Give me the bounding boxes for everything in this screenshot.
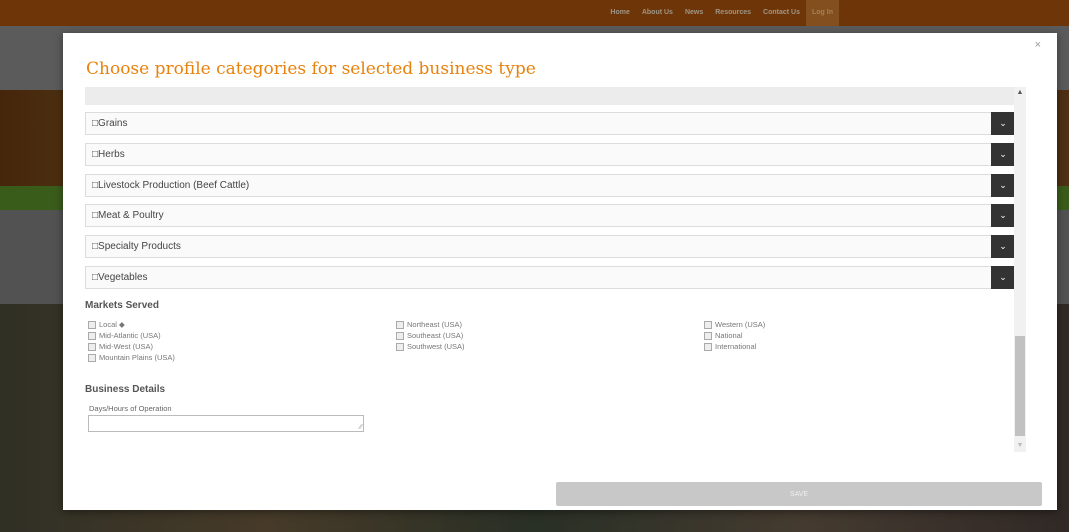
checkbox[interactable] [396, 331, 404, 340]
category-vegetables[interactable]: □Vegetables ⌄ [85, 266, 1015, 289]
checkbox[interactable] [88, 353, 96, 362]
checkbox-label: Mid-West (USA) [99, 342, 154, 351]
checkbox-label: Western (USA) [715, 320, 766, 329]
scroll-down-icon[interactable]: ▼ [1014, 440, 1026, 452]
modal-scroll-area: □Grains ⌄ □Herbs ⌄ □Livestock Production… [85, 87, 1015, 447]
hours-field-label: Days/Hours of Operation [89, 404, 172, 413]
resize-handle-icon[interactable]: ∕∕ [360, 424, 362, 431]
category-label: □Livestock Production (Beef Cattle) [92, 180, 250, 191]
market-mountain-plains-checkbox[interactable]: Mountain Plains (USA) [88, 353, 175, 362]
checkbox-label: Mountain Plains (USA) [99, 353, 175, 362]
chevron-down-icon[interactable]: ⌄ [991, 174, 1015, 197]
category-specialty-products[interactable]: □Specialty Products ⌄ [85, 235, 1015, 258]
checkbox-label: National [715, 331, 743, 340]
market-mid-west-checkbox[interactable]: Mid-West (USA) [88, 342, 153, 351]
chevron-down-icon[interactable]: ⌄ [991, 143, 1015, 166]
scrollbar-thumb[interactable] [1015, 336, 1025, 436]
save-button[interactable]: SAVE [556, 482, 1042, 506]
checkbox[interactable] [704, 331, 712, 340]
market-national-checkbox[interactable]: National [704, 331, 743, 340]
markets-served-heading: Markets Served [85, 300, 159, 311]
market-southeast-checkbox[interactable]: Southeast (USA) [396, 331, 463, 340]
category-herbs[interactable]: □Herbs ⌄ [85, 143, 1015, 166]
checkbox[interactable] [396, 342, 404, 351]
close-icon[interactable]: × [1035, 39, 1041, 51]
category-grains[interactable]: □Grains ⌄ [85, 112, 1015, 135]
market-northeast-checkbox[interactable]: Northeast (USA) [396, 320, 462, 329]
checkbox-label: Southeast (USA) [407, 331, 464, 340]
checkbox-label: Local ◆ [99, 320, 125, 329]
market-southwest-checkbox[interactable]: Southwest (USA) [396, 342, 465, 351]
category-label: □Meat & Poultry [92, 210, 164, 221]
business-details-heading: Business Details [85, 384, 166, 395]
modal-title: Choose profile categories for selected b… [86, 59, 536, 79]
modal-scrollbar[interactable]: ▲ ▼ [1014, 87, 1026, 452]
chevron-down-icon[interactable]: ⌄ [991, 204, 1015, 227]
scroll-up-icon[interactable]: ▲ [1014, 87, 1026, 99]
category-label: □Specialty Products [92, 241, 181, 252]
category-label: □Grains [92, 118, 128, 129]
category-meat-poultry[interactable]: □Meat & Poultry ⌄ [85, 204, 1015, 227]
checkbox-label: International [715, 342, 757, 351]
checkbox[interactable] [88, 342, 96, 351]
chevron-down-icon[interactable]: ⌄ [991, 266, 1015, 289]
checkbox[interactable] [704, 342, 712, 351]
checkbox-label: Mid-Atlantic (USA) [99, 331, 161, 340]
market-western-checkbox[interactable]: Western (USA) [704, 320, 765, 329]
market-local-checkbox[interactable]: Local ◆ [88, 320, 125, 329]
market-mid-atlantic-checkbox[interactable]: Mid-Atlantic (USA) [88, 331, 161, 340]
checkbox-label: Southwest (USA) [407, 342, 465, 351]
checkbox[interactable] [396, 320, 404, 329]
checkbox[interactable] [88, 331, 96, 340]
category-label: □Vegetables [92, 272, 148, 283]
checkbox[interactable] [704, 320, 712, 329]
checkbox-label: Northeast (USA) [407, 320, 463, 329]
category-label: □Herbs [92, 149, 125, 160]
profile-categories-modal: × Choose profile categories for selected… [63, 33, 1057, 510]
chevron-down-icon[interactable]: ⌄ [991, 235, 1015, 258]
category-livestock[interactable]: □Livestock Production (Beef Cattle) ⌄ [85, 174, 1015, 197]
checkbox[interactable] [88, 320, 96, 329]
category-strip [85, 87, 1015, 105]
market-international-checkbox[interactable]: International [704, 342, 756, 351]
chevron-down-icon[interactable]: ⌄ [991, 112, 1015, 135]
hours-textarea[interactable]: ∕∕ [88, 415, 364, 432]
